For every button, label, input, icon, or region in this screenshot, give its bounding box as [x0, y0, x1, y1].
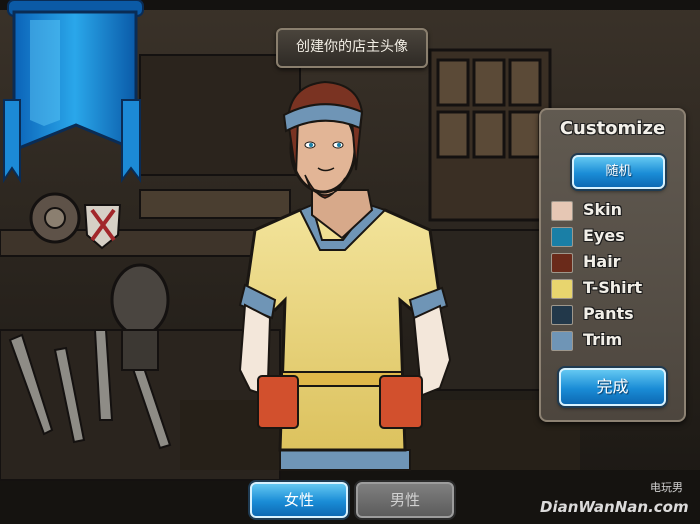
option-t-shirt[interactable]: T-Shirt	[551, 278, 681, 300]
customize-title: Customize	[559, 118, 666, 139]
option-label: Pants	[583, 304, 634, 323]
eyes-swatch	[551, 227, 573, 247]
customize-panel: Customize 随机 Skin Eyes Hair T-Shirt Pant…	[539, 108, 686, 422]
option-label: T-Shirt	[583, 278, 643, 297]
option-label: Trim	[583, 330, 623, 349]
option-pants[interactable]: Pants	[551, 304, 681, 326]
random-button[interactable]: 随机	[572, 155, 665, 189]
female-button[interactable]: 女性	[250, 482, 348, 518]
option-eyes[interactable]: Eyes	[551, 226, 681, 248]
trim-swatch	[551, 331, 573, 351]
hair-swatch	[551, 253, 573, 273]
watermark-text: DianWanNan.com	[540, 498, 689, 516]
option-label: Eyes	[583, 226, 625, 245]
skin-swatch	[551, 201, 573, 221]
option-trim[interactable]: Trim	[551, 330, 681, 352]
male-button[interactable]: 男性	[356, 482, 454, 518]
option-label: Hair	[583, 252, 621, 271]
pants-swatch	[551, 305, 573, 325]
t-shirt-swatch	[551, 279, 573, 299]
page-title: 创建你的店主头像	[276, 28, 428, 68]
option-hair[interactable]: Hair	[551, 252, 681, 274]
done-button[interactable]: 完成	[559, 368, 666, 406]
option-label: Skin	[583, 200, 623, 219]
watermark-cn: 电玩男	[650, 481, 683, 494]
option-skin[interactable]: Skin	[551, 200, 681, 222]
